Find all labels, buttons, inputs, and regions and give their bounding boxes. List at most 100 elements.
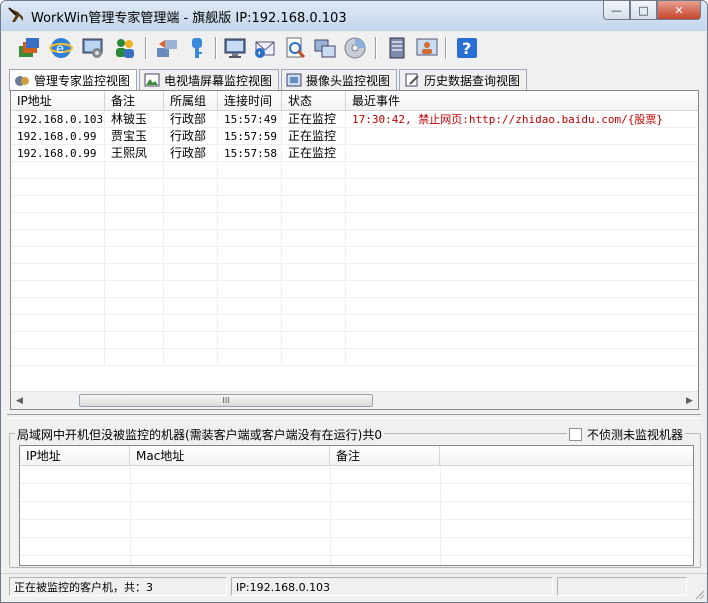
tab-expert-monitor[interactable]: 管理专家监控视图 — [9, 69, 138, 91]
empty-cell — [346, 332, 698, 349]
disc-icon[interactable] — [341, 34, 369, 62]
cell-note: 贾宝玉 — [105, 128, 164, 145]
ie-globe-icon[interactable]: e — [47, 34, 75, 62]
empty-cell — [346, 349, 698, 366]
key-icon[interactable] — [183, 34, 211, 62]
empty-cell — [282, 247, 346, 264]
status-client-count: 正在被监控的客户机，共：3 — [9, 577, 227, 596]
help-icon[interactable]: ? — [453, 34, 481, 62]
caption-buttons: — □ ✕ — [603, 1, 701, 21]
empty-cell — [105, 196, 164, 213]
tab-camera[interactable]: 摄像头监控视图 — [281, 69, 398, 90]
empty-cell — [346, 281, 698, 298]
empty-cell — [164, 281, 218, 298]
window-copy-icon[interactable] — [311, 34, 339, 62]
empty-row — [11, 230, 698, 247]
empty-cell — [346, 264, 698, 281]
camera-view-icon — [286, 73, 302, 87]
empty-cell — [105, 213, 164, 230]
horizontal-scrollbar[interactable]: ◀ III ▶ — [11, 391, 698, 409]
scroll-right-arrow-icon[interactable]: ▶ — [681, 392, 698, 409]
empty-cell — [346, 213, 698, 230]
tab-tv-wall[interactable]: 电视墙屏幕监控视图 — [139, 69, 280, 90]
empty-cell — [164, 247, 218, 264]
cell-event: 17:30:42, 禁止网页:http://zhidao.baidu.com/{… — [352, 113, 664, 126]
network-transfer-icon[interactable] — [153, 34, 181, 62]
close-button[interactable]: ✕ — [657, 1, 701, 20]
cell-status: 正在监控 — [282, 111, 346, 128]
empty-cell — [11, 298, 105, 315]
empty-cell — [218, 247, 282, 264]
table-row[interactable]: 192.168.0.99 贾宝玉 行政部 15:57:59 正在监控 — [11, 128, 698, 145]
column-header-group[interactable]: 所属组 — [164, 91, 218, 111]
empty-cell — [218, 349, 282, 366]
scroll-left-arrow-icon[interactable]: ◀ — [11, 392, 28, 409]
empty-cell — [105, 281, 164, 298]
empty-cell — [105, 332, 164, 349]
column-header-mac[interactable]: Mac地址 — [130, 446, 330, 466]
column-header-event[interactable]: 最近事件 — [346, 91, 698, 111]
toolbar-separator — [145, 37, 147, 59]
pane-splitter[interactable] — [7, 414, 701, 419]
empty-row — [11, 298, 698, 315]
empty-row — [11, 349, 698, 366]
search-document-icon[interactable] — [281, 34, 309, 62]
users-group-icon[interactable] — [111, 34, 139, 62]
column-header-ip[interactable]: IP地址 — [11, 91, 105, 111]
user-report-icon[interactable] — [413, 34, 441, 62]
empty-cell — [346, 230, 698, 247]
resize-grip-icon[interactable] — [693, 588, 705, 600]
column-header-note[interactable]: 备注 — [105, 91, 164, 111]
empty-cell — [282, 162, 346, 179]
empty-row — [11, 196, 698, 213]
client-list-body: 192.168.0.103 林铍玉 行政部 15:57:49 正在监控 17:3… — [11, 111, 698, 390]
empty-cell — [218, 298, 282, 315]
column-header-status[interactable]: 状态 — [282, 91, 346, 111]
no-detect-checkbox[interactable] — [568, 428, 582, 441]
tab-label: 历史数据查询视图 — [424, 73, 521, 88]
remote-desktop-icon[interactable] — [221, 34, 249, 62]
empty-cell — [218, 264, 282, 281]
tab-history[interactable]: 历史数据查询视图 — [399, 69, 528, 90]
unmonitored-list[interactable]: IP地址 Mac地址 备注 — [19, 445, 694, 566]
column-header-ip[interactable]: IP地址 — [20, 446, 130, 466]
cell-ip: 192.168.0.99 — [11, 145, 105, 162]
empty-cell — [346, 162, 698, 179]
email-icon[interactable] — [251, 34, 279, 62]
server-icon[interactable] — [383, 34, 411, 62]
empty-cell — [11, 281, 105, 298]
empty-cell — [105, 247, 164, 264]
empty-cell — [346, 179, 698, 196]
minimize-button[interactable]: — — [603, 1, 630, 20]
empty-cell — [218, 332, 282, 349]
empty-cell — [346, 247, 698, 264]
cell-time: 15:57:58 — [218, 145, 282, 162]
table-row[interactable]: 192.168.0.103 林铍玉 行政部 15:57:49 正在监控 17:3… — [11, 111, 698, 128]
empty-cell — [11, 247, 105, 264]
cell-ip: 192.168.0.99 — [11, 128, 105, 145]
empty-cell — [282, 230, 346, 247]
empty-cell — [11, 179, 105, 196]
column-header-time[interactable]: 连接时间 — [218, 91, 282, 111]
maximize-button[interactable]: □ — [630, 1, 657, 20]
client-list[interactable]: IP地址 备注 所属组 连接时间 状态 最近事件 192.168.0.103 林… — [10, 90, 699, 410]
title-bar[interactable]: WorkWin管理专家管理端 - 旗舰版 IP:192.168.0.103 — … — [1, 1, 707, 31]
empty-cell — [164, 315, 218, 332]
screen-settings-icon[interactable] — [79, 34, 107, 62]
empty-row — [11, 247, 698, 264]
empty-cell — [282, 349, 346, 366]
unmonitored-list-header: IP地址 Mac地址 备注 — [20, 446, 693, 466]
toolbar-separator — [375, 37, 377, 59]
table-row[interactable]: 192.168.0.99 王熙凤 行政部 15:57:58 正在监控 — [11, 145, 698, 162]
empty-cell — [282, 298, 346, 315]
scroll-grip: III — [222, 396, 230, 405]
scrollbar-thumb[interactable]: III — [79, 394, 373, 407]
view-tabs: 管理专家监控视图 电视墙屏幕监控视图 摄像头监控视图 历史数据查询视图 — [9, 69, 529, 91]
empty-row — [11, 179, 698, 196]
monitor-layers-icon[interactable] — [15, 34, 43, 62]
empty-cell — [164, 230, 218, 247]
column-header-note[interactable]: 备注 — [330, 446, 440, 466]
empty-cell — [11, 230, 105, 247]
empty-cell — [282, 179, 346, 196]
no-detect-option[interactable]: 不侦测未监视机器 — [566, 426, 685, 443]
